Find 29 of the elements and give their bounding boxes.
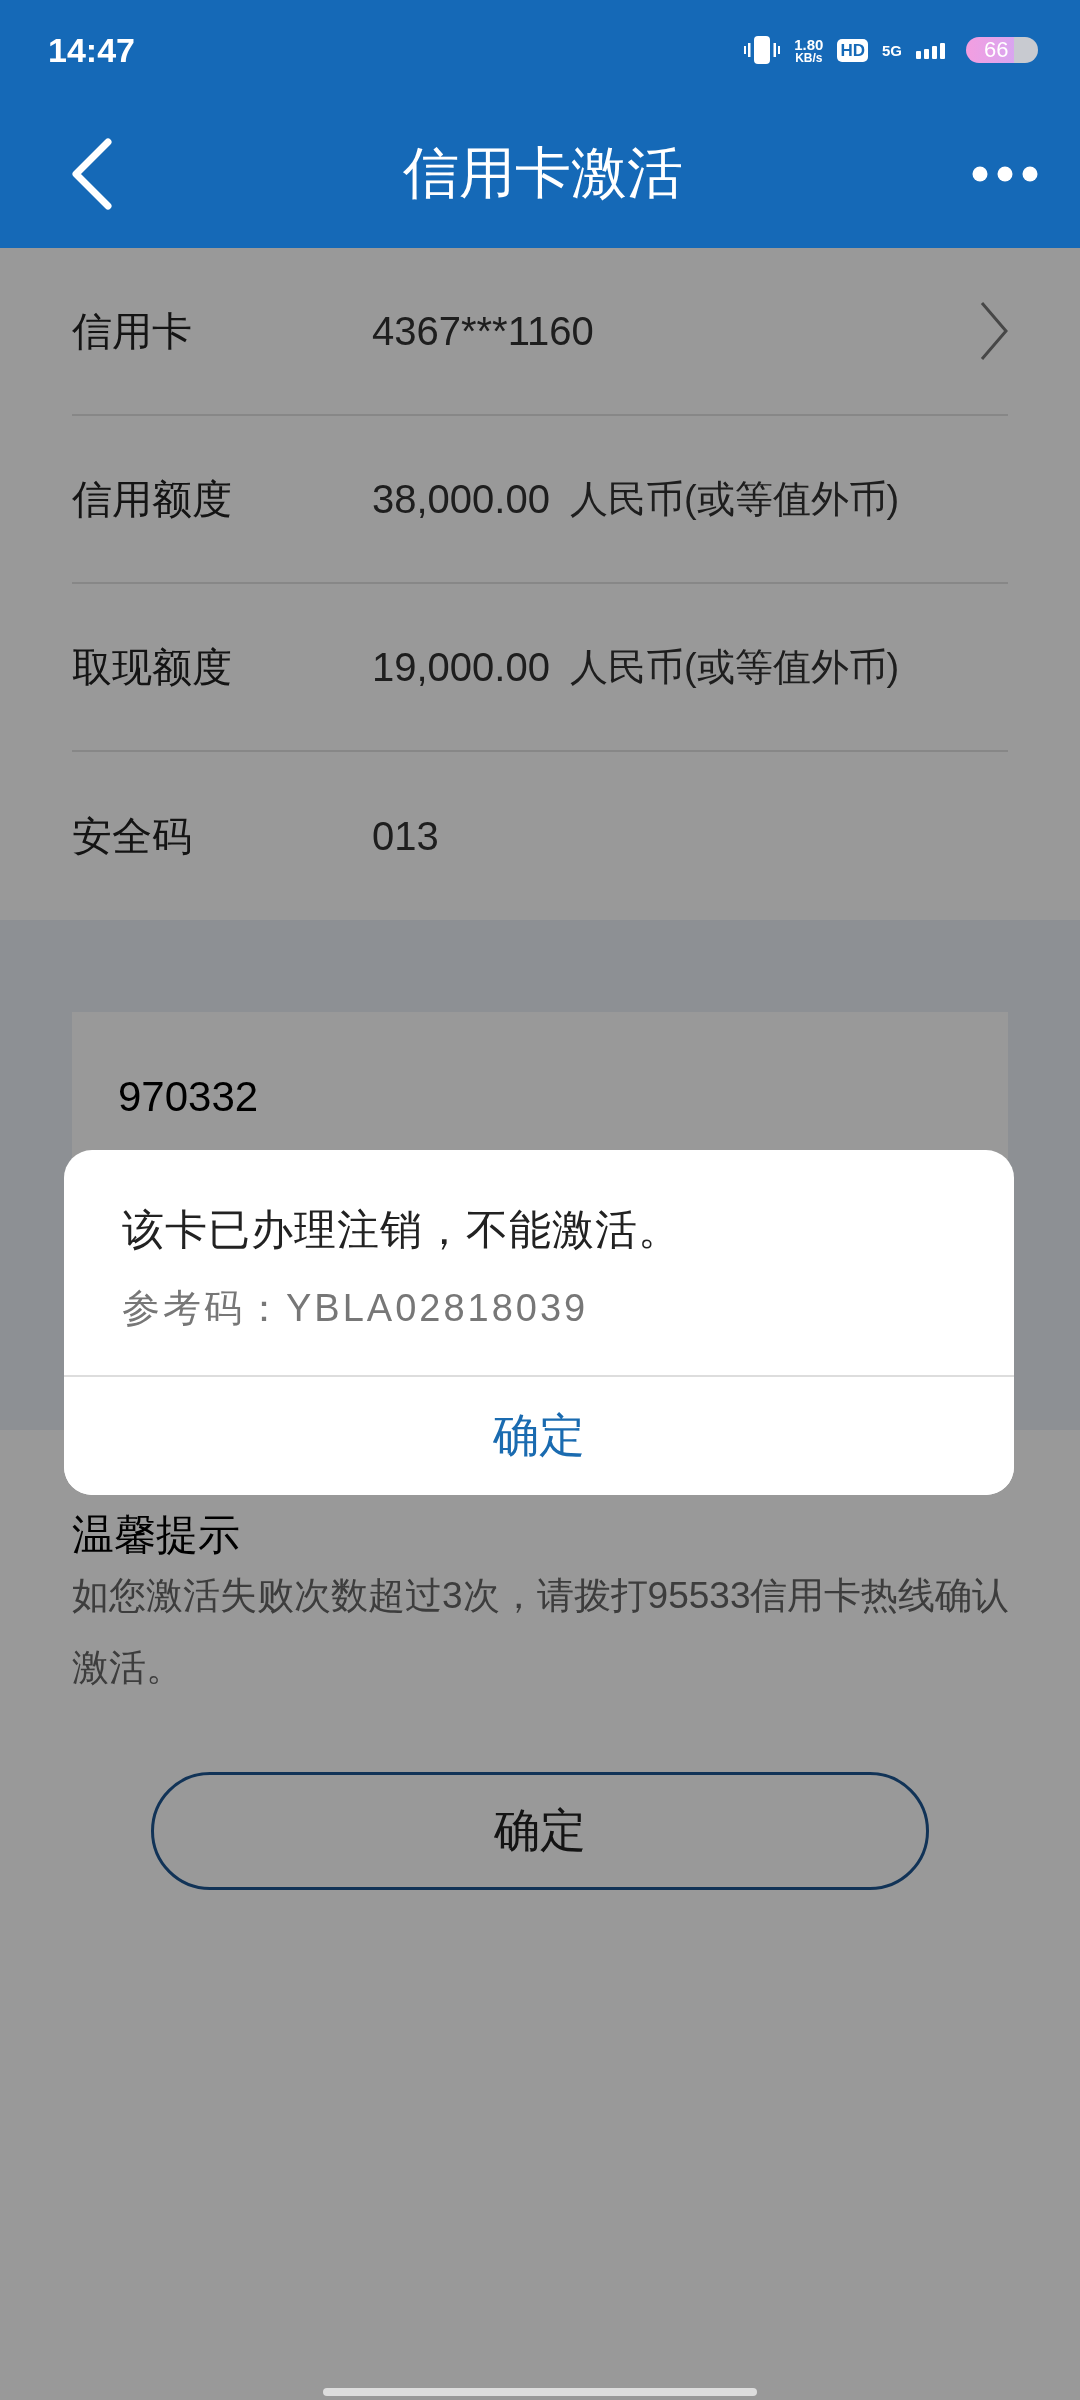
tips-text: 如您激活失败次数超过3次，请拨打95533信用卡热线确认激活。 — [72, 1574, 1011, 1690]
field-value: 19,000.00 — [372, 644, 550, 690]
field-value: 4367***1160 — [372, 308, 594, 354]
battery-indicator: 66 — [966, 37, 1038, 63]
reference-code: 参考码：YBLA02818039 — [122, 1286, 590, 1331]
hd-badge: HD — [837, 38, 868, 62]
field-label: 取现额度 — [72, 643, 233, 691]
back-button[interactable] — [70, 138, 114, 210]
tips-title: 温馨提示 — [72, 1510, 241, 1560]
field-value: 013 — [372, 813, 439, 859]
clock-time: 14:47 — [48, 30, 136, 70]
currency-unit: 人民币(或等值外币) — [569, 476, 900, 522]
field-label: 安全码 — [72, 812, 193, 860]
field-value: 38,000.00 — [372, 476, 550, 522]
field-label: 信用卡 — [72, 307, 193, 355]
chevron-right-icon[interactable] — [978, 301, 1008, 361]
confirm-button[interactable]: 确定 — [151, 1772, 929, 1890]
page-title: 信用卡激活 — [403, 140, 683, 206]
currency-unit: 人民币(或等值外币) — [569, 644, 900, 690]
speed-value: 1.80 — [794, 36, 824, 52]
vibrate-icon — [744, 34, 781, 66]
more-icon — [972, 166, 1038, 182]
network-type: 5G — [882, 42, 902, 58]
speed-unit: KB/s — [795, 51, 823, 64]
input-field[interactable]: 970332 — [118, 1042, 962, 1152]
dialog-message: 该卡已办理注销，不能激活。 — [122, 1205, 682, 1255]
more-button[interactable] — [972, 166, 1038, 182]
back-icon — [70, 138, 114, 210]
field-label: 信用额度 — [72, 475, 233, 523]
